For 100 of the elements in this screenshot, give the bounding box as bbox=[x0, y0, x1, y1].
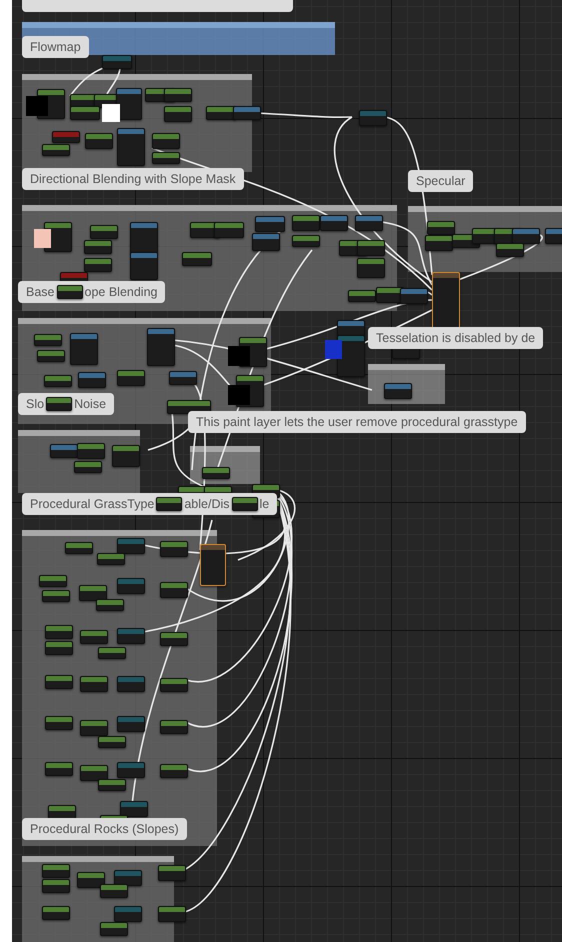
graph-node bbox=[112, 445, 140, 467]
color-swatch bbox=[325, 340, 342, 359]
graph-node bbox=[152, 152, 180, 164]
comment-text: ope Blending bbox=[84, 285, 158, 299]
graph-node bbox=[98, 779, 126, 791]
graph-node bbox=[320, 215, 348, 231]
graph-node bbox=[77, 872, 105, 888]
graph-node bbox=[97, 553, 125, 565]
graph-node bbox=[52, 131, 80, 143]
graph-node bbox=[214, 222, 244, 238]
graph-node bbox=[114, 870, 142, 886]
graph-node bbox=[45, 625, 73, 639]
graph-node bbox=[160, 632, 188, 646]
graph-node bbox=[117, 128, 145, 166]
graph-node bbox=[117, 676, 145, 692]
graph-node bbox=[117, 762, 145, 778]
graph-node bbox=[80, 720, 108, 736]
graph-node bbox=[160, 678, 188, 692]
graph-node bbox=[80, 676, 108, 692]
graph-node bbox=[44, 375, 72, 387]
graph-node bbox=[65, 542, 93, 554]
graph-node bbox=[80, 630, 108, 644]
comment-text: Directional Blending with Slope Mask bbox=[30, 172, 236, 186]
graph-node bbox=[117, 628, 145, 644]
graph-node bbox=[120, 801, 148, 817]
comment-text: Noise bbox=[74, 397, 106, 411]
graph-node bbox=[42, 879, 70, 893]
graph-node bbox=[156, 497, 182, 511]
graph-node bbox=[255, 216, 285, 232]
graph-node bbox=[232, 497, 258, 511]
graph-node bbox=[78, 372, 106, 388]
texture-preview bbox=[228, 385, 250, 405]
graph-node bbox=[74, 461, 102, 473]
graph-node bbox=[200, 544, 226, 586]
graph-node bbox=[160, 764, 188, 778]
graph-node bbox=[117, 538, 145, 554]
graph-node bbox=[169, 371, 197, 385]
graph-node bbox=[202, 467, 230, 479]
graph-node bbox=[357, 240, 385, 256]
graph-node bbox=[130, 252, 158, 280]
graph-node bbox=[496, 243, 524, 257]
graph-node bbox=[206, 106, 236, 120]
graph-node bbox=[233, 106, 261, 120]
graph-node bbox=[425, 235, 453, 251]
comment-text: le bbox=[260, 497, 270, 511]
graph-node bbox=[70, 106, 100, 120]
graph-node bbox=[80, 765, 108, 781]
comment-text: Specular bbox=[416, 174, 466, 188]
graph-node bbox=[46, 397, 72, 411]
graph-node bbox=[39, 575, 67, 587]
graph-node bbox=[158, 865, 186, 881]
graph-node bbox=[357, 258, 385, 278]
comment-text: Procedural Rocks (Slopes) bbox=[30, 822, 179, 836]
graph-node bbox=[96, 599, 124, 611]
graph-node bbox=[348, 290, 376, 302]
graph-node bbox=[42, 144, 70, 156]
graph-node bbox=[100, 922, 128, 936]
color-swatch bbox=[34, 229, 51, 248]
graph-node bbox=[42, 864, 70, 878]
graph-node bbox=[84, 240, 112, 254]
graph-node bbox=[37, 350, 65, 362]
comment-text: This paint layer lets the user remove procedural grasstype bbox=[196, 415, 518, 429]
graph-node bbox=[355, 215, 383, 231]
comment-text: Slo bbox=[26, 397, 44, 411]
graph-node bbox=[160, 541, 188, 557]
graph-node bbox=[384, 383, 412, 399]
graph-node bbox=[77, 443, 105, 459]
graph-node bbox=[60, 272, 88, 282]
graph-node bbox=[45, 762, 73, 776]
graph-node bbox=[160, 582, 188, 598]
graph-node bbox=[100, 884, 128, 898]
comment-text: Flowmap bbox=[30, 40, 81, 54]
graph-node bbox=[98, 736, 126, 748]
graph-node bbox=[56, 285, 82, 299]
graph-node bbox=[90, 225, 118, 239]
graph-node bbox=[45, 641, 73, 655]
graph-node bbox=[42, 906, 70, 920]
graph-node bbox=[359, 110, 387, 126]
graph-node bbox=[117, 578, 145, 594]
graph-node bbox=[147, 328, 175, 366]
graph-node bbox=[50, 444, 78, 458]
texture-preview bbox=[26, 96, 48, 116]
graph-node bbox=[117, 370, 145, 386]
graph-node bbox=[164, 88, 192, 102]
graph-node bbox=[164, 106, 192, 122]
graph-node bbox=[48, 805, 76, 819]
graph-node bbox=[84, 258, 112, 272]
graph-node bbox=[45, 716, 73, 730]
graph-node bbox=[182, 252, 212, 266]
graph-node bbox=[70, 333, 98, 365]
graph-node bbox=[45, 675, 73, 689]
graph-node bbox=[158, 906, 186, 922]
graph-node bbox=[42, 590, 70, 602]
texture-preview bbox=[102, 104, 120, 122]
graph-node bbox=[160, 720, 188, 734]
comment-text: able/Dis bbox=[184, 497, 230, 511]
graph-node bbox=[292, 215, 320, 231]
graph-node bbox=[252, 233, 280, 251]
graph-node bbox=[130, 222, 158, 254]
graph-node bbox=[512, 228, 540, 244]
